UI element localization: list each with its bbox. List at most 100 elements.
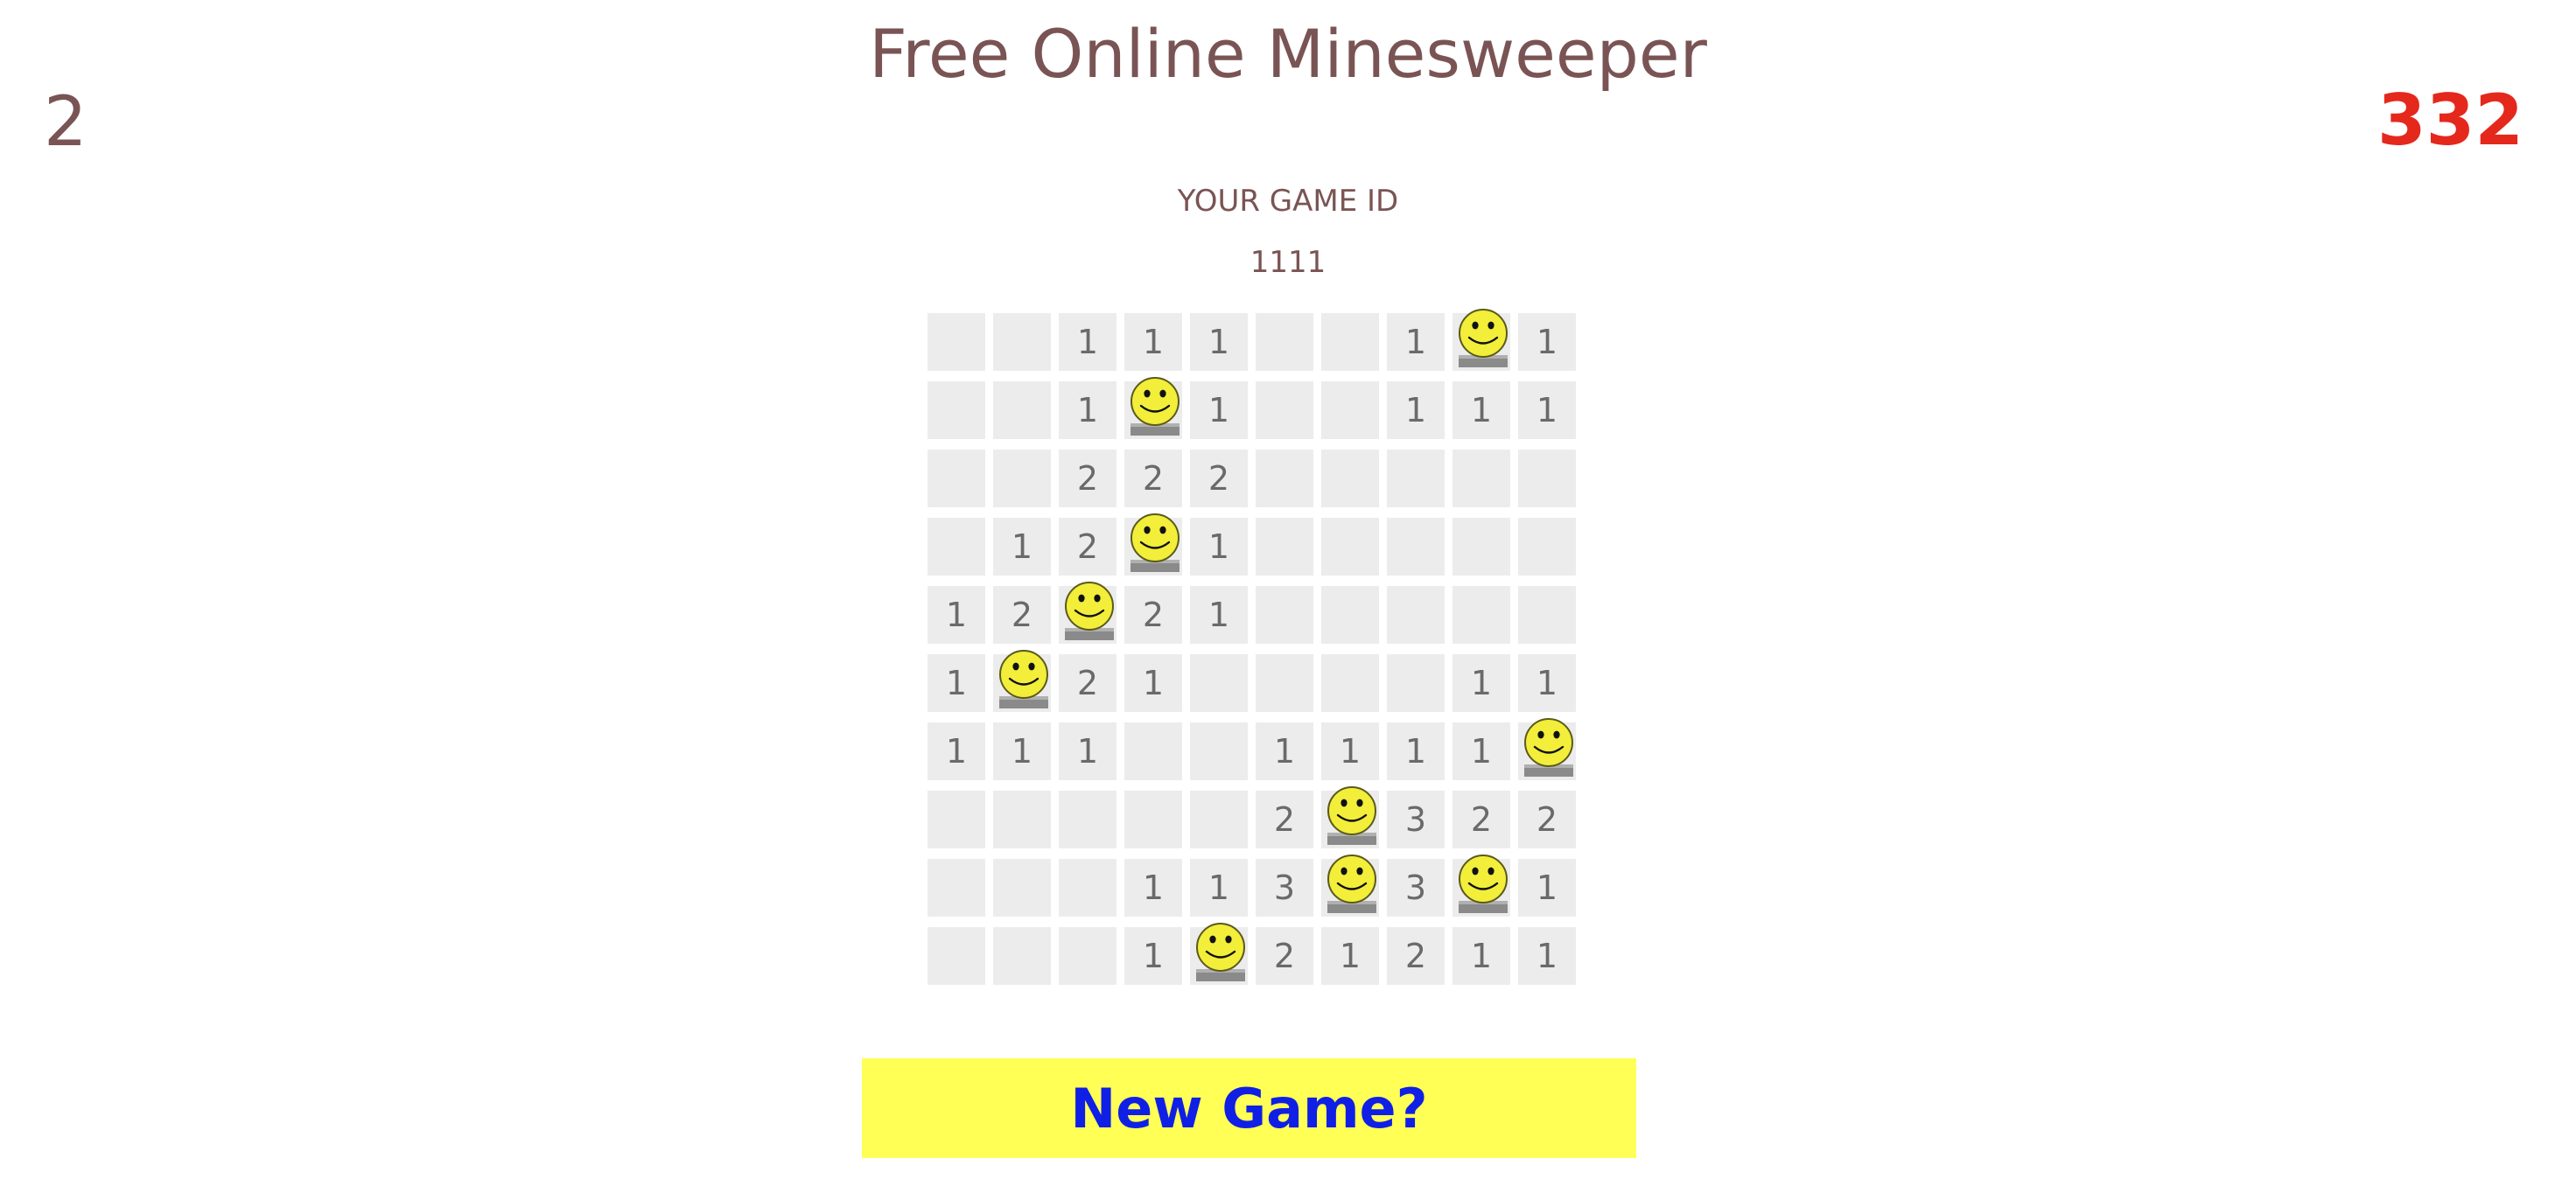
board-cell[interactable]: 1 <box>1190 313 1248 371</box>
board-cell[interactable] <box>1256 450 1313 507</box>
board-cell[interactable] <box>1321 518 1379 576</box>
board-cell[interactable]: 1 <box>1518 381 1576 439</box>
board-cell[interactable] <box>1452 450 1510 507</box>
board-cell[interactable]: 1 <box>1387 722 1445 780</box>
board-cell[interactable] <box>1321 586 1379 644</box>
board-cell[interactable]: 1 <box>1518 313 1576 371</box>
board-cell[interactable]: 1 <box>1518 654 1576 712</box>
board-cell[interactable] <box>1452 855 1510 917</box>
board-cell[interactable] <box>1256 381 1313 439</box>
board-cell[interactable]: 1 <box>1124 313 1182 371</box>
board-cell[interactable] <box>1321 381 1379 439</box>
board-cell[interactable] <box>1190 791 1248 848</box>
board-cell[interactable] <box>1256 586 1313 644</box>
board-cell[interactable]: 1 <box>1124 927 1182 985</box>
board-cell[interactable] <box>1256 518 1313 576</box>
board-cell[interactable] <box>928 450 985 507</box>
board-cell[interactable]: 1 <box>928 586 985 644</box>
board-cell[interactable]: 1 <box>1190 586 1248 644</box>
board-cell[interactable] <box>1059 859 1116 917</box>
new-game-button[interactable]: New Game? <box>862 1058 1636 1158</box>
board-cell[interactable]: 1 <box>1321 722 1379 780</box>
board-cell[interactable] <box>1190 654 1248 712</box>
board-cell[interactable]: 2 <box>1518 791 1576 848</box>
board-cell[interactable]: 2 <box>1124 586 1182 644</box>
board-cell[interactable]: 2 <box>1256 927 1313 985</box>
board-cell[interactable]: 1 <box>928 722 985 780</box>
board-cell[interactable]: 1 <box>1190 859 1248 917</box>
board-cell[interactable]: 1 <box>1256 722 1313 780</box>
board-cell[interactable] <box>1124 791 1182 848</box>
board-cell[interactable] <box>1321 855 1379 917</box>
board-cell[interactable]: 1 <box>1518 927 1576 985</box>
board-cell[interactable] <box>1387 518 1445 576</box>
board-cell[interactable]: 1 <box>1387 313 1445 371</box>
board-cell[interactable] <box>993 650 1051 712</box>
board-cell[interactable] <box>1190 722 1248 780</box>
board-cell[interactable]: 1 <box>1452 654 1510 712</box>
board-cell[interactable] <box>1518 718 1576 780</box>
board-cell[interactable] <box>993 313 1051 371</box>
board-cell[interactable] <box>1124 513 1182 576</box>
board-cell[interactable] <box>1190 923 1248 985</box>
board-cell[interactable]: 2 <box>1256 791 1313 848</box>
board-cell[interactable] <box>1256 654 1313 712</box>
board-cell[interactable]: 1 <box>1452 381 1510 439</box>
board-cell[interactable]: 2 <box>1190 450 1248 507</box>
board-cell[interactable] <box>1518 450 1576 507</box>
board-cell[interactable]: 2 <box>1059 450 1116 507</box>
board-cell[interactable]: 1 <box>1190 518 1248 576</box>
board-cell[interactable] <box>1321 313 1379 371</box>
board-cell[interactable] <box>993 450 1051 507</box>
board-cell[interactable]: 1 <box>1387 381 1445 439</box>
board-cell[interactable] <box>1256 313 1313 371</box>
board-cell[interactable]: 3 <box>1256 859 1313 917</box>
board-cell[interactable] <box>928 518 985 576</box>
board-cell[interactable] <box>1124 377 1182 439</box>
board-cell[interactable] <box>1518 586 1576 644</box>
board-cell[interactable]: 1 <box>1321 927 1379 985</box>
board-cell[interactable]: 1 <box>1059 313 1116 371</box>
board-cell[interactable]: 1 <box>1124 859 1182 917</box>
board-cell[interactable] <box>1387 586 1445 644</box>
board-cell[interactable] <box>1321 450 1379 507</box>
board-cell[interactable]: 1 <box>1124 654 1182 712</box>
board-cell[interactable] <box>1059 791 1116 848</box>
board-cell[interactable] <box>993 859 1051 917</box>
board-cell[interactable] <box>1321 786 1379 848</box>
board-cell[interactable]: 2 <box>1124 450 1182 507</box>
board-cell[interactable] <box>928 859 985 917</box>
board-cell[interactable]: 2 <box>993 586 1051 644</box>
board-cell[interactable] <box>928 791 985 848</box>
board-cell[interactable]: 1 <box>993 518 1051 576</box>
board-cell[interactable]: 1 <box>928 654 985 712</box>
board-cell[interactable] <box>928 927 985 985</box>
board-cell[interactable] <box>1452 309 1510 371</box>
board-cell[interactable]: 1 <box>1518 859 1576 917</box>
board-cell[interactable] <box>1059 582 1116 644</box>
board-cell[interactable] <box>1321 654 1379 712</box>
board-cell[interactable] <box>993 791 1051 848</box>
board-cell[interactable]: 1 <box>1190 381 1248 439</box>
board-cell[interactable] <box>993 927 1051 985</box>
board-cell[interactable] <box>1452 586 1510 644</box>
board-cell[interactable]: 1 <box>1452 927 1510 985</box>
board-cell[interactable] <box>1452 518 1510 576</box>
board-cell[interactable] <box>1059 927 1116 985</box>
board-cell[interactable] <box>1387 450 1445 507</box>
board-cell[interactable]: 1 <box>1452 722 1510 780</box>
board-cell[interactable]: 2 <box>1387 927 1445 985</box>
board-cell[interactable]: 3 <box>1387 791 1445 848</box>
board-cell[interactable] <box>993 381 1051 439</box>
board-cell[interactable]: 1 <box>1059 381 1116 439</box>
board-cell[interactable]: 2 <box>1059 518 1116 576</box>
board-cell[interactable] <box>1518 518 1576 576</box>
board-cell[interactable] <box>1124 722 1182 780</box>
board-cell[interactable] <box>1387 654 1445 712</box>
board-cell[interactable]: 1 <box>993 722 1051 780</box>
board-cell[interactable]: 2 <box>1452 791 1510 848</box>
board-cell[interactable]: 1 <box>1059 722 1116 780</box>
board-cell[interactable]: 2 <box>1059 654 1116 712</box>
board-cell[interactable]: 3 <box>1387 859 1445 917</box>
board-cell[interactable] <box>928 313 985 371</box>
